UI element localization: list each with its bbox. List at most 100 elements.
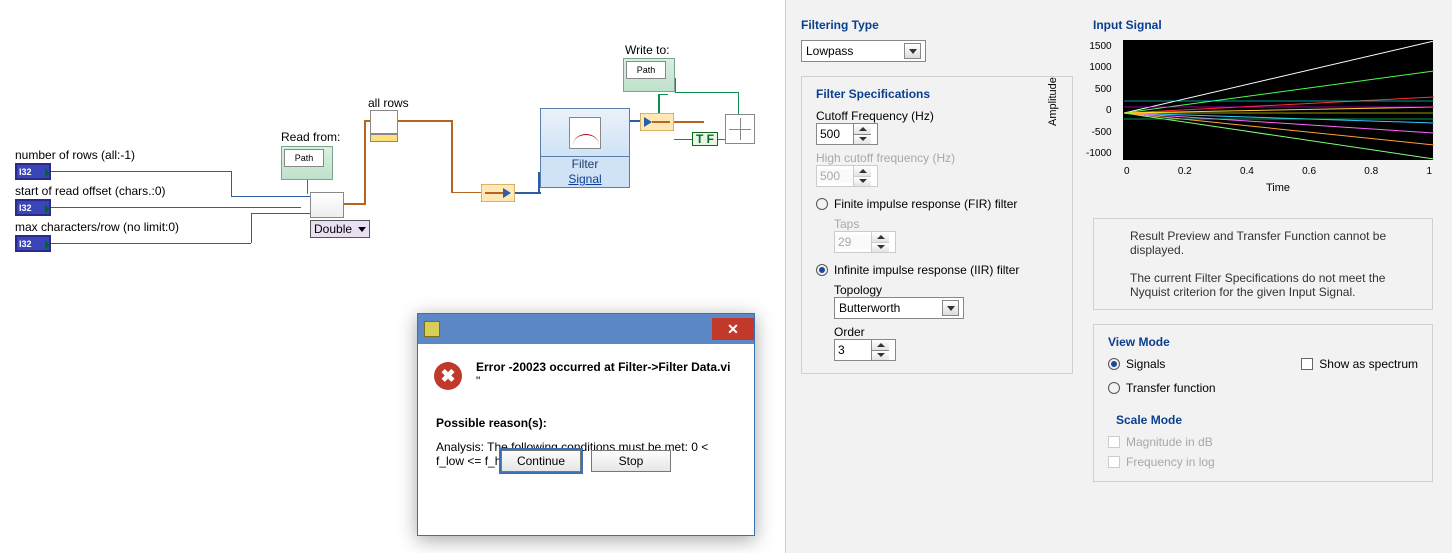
path-constant-write[interactable]: Path [623,58,675,92]
filter-icon [541,109,629,157]
filter-express-vi[interactable]: Filter Signal [540,108,630,188]
wire [51,243,251,244]
freq-log-checkbox: Frequency in log [1108,455,1418,469]
scale-mode-header: Scale Mode [1116,413,1418,427]
wire-dynamic [630,120,640,122]
view-transfer-radio[interactable]: Transfer function [1108,381,1418,395]
chart-ylabel: Amplitude [1047,77,1059,126]
topology-select[interactable]: Butterworth [834,297,964,319]
index-array-node[interactable] [370,110,398,134]
mag-db-label: Magnitude in dB [1126,435,1213,449]
wire [51,171,231,172]
chevron-down-icon[interactable] [904,43,921,59]
view-signals-radio[interactable]: Signals [1108,357,1165,371]
error-message: Error -20023 occurred at Filter->Filter … [476,360,736,374]
show-spectrum-label: Show as spectrum [1319,357,1418,371]
topology-label: Topology [834,283,1058,297]
order-label: Order [834,325,1058,339]
wire [675,92,739,93]
radio-icon [816,198,828,210]
filter-title: Filter [541,157,629,172]
label-max-chars: max characters/row (no limit:0) [15,220,179,234]
filter-config-panel: Filtering Type Lowpass Filter Specificat… [785,0,1452,553]
reasons-header: Possible reason(s): [436,416,736,430]
error-icon: ✖ [434,362,462,390]
wire [307,180,308,194]
high-cutoff-label: High cutoff frequency (Hz) [816,151,1058,165]
wire [231,196,311,197]
chart-xlabel: Time [1123,182,1433,194]
chevron-down-icon[interactable] [942,300,959,316]
convert-from-dynamic-node[interactable] [640,113,674,131]
wire [231,171,232,196]
radio-icon [1108,358,1120,370]
iir-radio[interactable]: Infinite impulse response (IIR) filter [816,263,1058,277]
fir-radio[interactable]: Finite impulse response (FIR) filter [816,197,1058,211]
taps-input [835,235,871,249]
high-cutoff-input [817,169,853,183]
index-array-tail [370,134,398,142]
path-constant-read[interactable]: Path [281,146,333,180]
spin-down-icon[interactable] [872,351,889,361]
numeric-constant-max-chars[interactable] [15,235,51,252]
spin-up-icon[interactable] [872,340,889,351]
taps-label: Taps [834,217,1058,231]
checkbox-icon [1301,358,1313,370]
stop-button[interactable]: Stop [591,450,671,472]
cutoff-label: Cutoff Frequency (Hz) [816,109,1058,123]
wire [364,120,370,122]
spin-down-icon[interactable] [854,135,871,145]
numeric-constant-num-rows[interactable] [15,163,51,180]
mag-db-checkbox: Magnitude in dB [1108,435,1418,449]
filter-specs-header: Filter Specifications [816,87,1058,101]
boolean-constant-tf[interactable]: T F [692,132,718,146]
numeric-constant-start-offset[interactable] [15,199,51,216]
label-read-from: Read from: [281,130,340,144]
read-spreadsheet-node[interactable] [310,192,344,218]
dialog-titlebar[interactable]: ✕ [418,314,754,344]
wire [251,213,311,214]
cutoff-input[interactable] [817,127,853,141]
wire [675,78,676,92]
format-selector[interactable]: Double [310,220,370,238]
order-spinner[interactable] [834,339,896,361]
radio-icon [1108,382,1120,394]
input-signal-header: Input Signal [1093,18,1433,32]
show-spectrum-checkbox[interactable]: Show as spectrum [1301,357,1418,371]
wire [451,192,481,193]
cutoff-spinner[interactable] [816,123,878,145]
checkbox-icon [1108,456,1120,468]
wire [51,207,301,208]
order-input[interactable] [835,343,871,357]
error-dialog: ✕ ✖ Error -20023 occurred at Filter->Fil… [417,313,755,536]
wire [451,120,453,192]
wire [674,121,704,123]
filtering-type-header: Filtering Type [801,18,1073,32]
filtering-type-select[interactable]: Lowpass [801,40,926,62]
labview-icon [424,321,440,337]
input-signal-chart: 15001000500 0-500-1000 [1123,40,1433,160]
convert-to-dynamic-node[interactable] [481,184,515,202]
view-mode-header: View Mode [1108,335,1418,349]
freq-log-label: Frequency in log [1126,455,1215,469]
preview-text-2: The current Filter Specifications do not… [1130,271,1418,299]
filter-signal-label: Signal [541,172,629,187]
label-all-rows: all rows [368,96,409,110]
spin-up-icon[interactable] [854,124,871,135]
wire [364,120,366,205]
write-spreadsheet-node[interactable] [725,114,755,144]
error-quote: " [476,374,736,388]
high-cutoff-spinner [816,165,878,187]
close-icon[interactable]: ✕ [712,318,754,340]
wire [658,94,668,95]
chart-xticks: 00.20.4 0.60.81 [1124,166,1432,177]
fir-label: Finite impulse response (FIR) filter [834,197,1017,211]
label-num-rows: number of rows (all:-1) [15,148,135,162]
iir-label: Infinite impulse response (IIR) filter [834,263,1019,277]
checkbox-icon [1108,436,1120,448]
wire [738,92,739,114]
continue-button[interactable]: Continue [501,450,581,472]
format-selector-label: Double [314,222,352,236]
preview-text-1: Result Preview and Transfer Function can… [1130,229,1418,257]
wire [344,203,364,205]
